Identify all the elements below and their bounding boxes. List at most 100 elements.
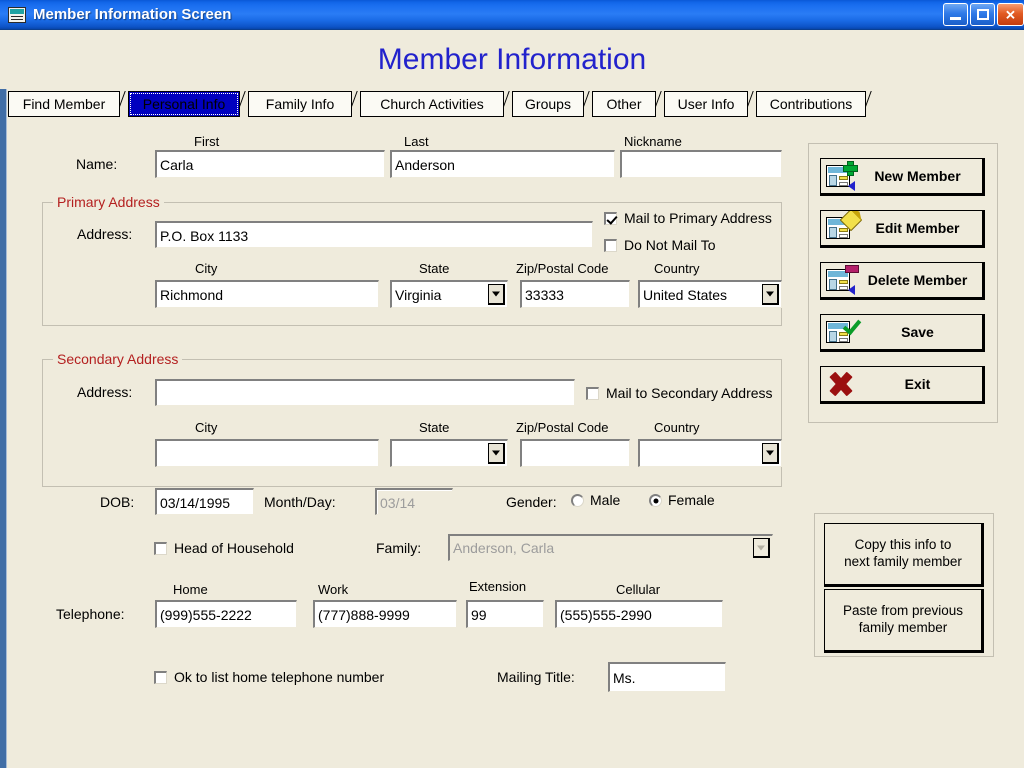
delete-member-label: Delete Member <box>867 272 968 288</box>
paste-from-previous-family-member-button[interactable]: Paste from previous family member <box>824 589 984 653</box>
new-member-icon <box>821 159 863 193</box>
save-icon <box>821 315 863 349</box>
checkbox-box <box>154 670 167 684</box>
first-name-caption: First <box>194 134 220 149</box>
mail-to-primary-label: Mail to Primary Address <box>624 210 772 226</box>
secondary-city-input[interactable] <box>155 439 379 467</box>
ok-to-list-phone-checkbox[interactable]: Ok to list home telephone number <box>154 669 384 685</box>
tab-family-info[interactable]: Family Info <box>248 91 352 117</box>
tab-label: Family Info <box>265 96 335 112</box>
tab-label: Other <box>606 96 642 112</box>
triangle-icon <box>848 285 855 295</box>
last-name-caption: Last <box>404 134 429 149</box>
tab-label: Church Activities <box>380 96 484 112</box>
gender-radio-female[interactable]: Female <box>649 492 715 508</box>
last-name-input[interactable]: Anderson <box>390 150 615 178</box>
primary-address-legend: Primary Address <box>53 194 164 210</box>
chevron-down-icon[interactable] <box>762 443 779 464</box>
copy-to-next-family-member-button[interactable]: Copy this info to next family member <box>824 523 984 587</box>
primary-city-caption: City <box>195 261 218 276</box>
paste-line-1: Paste from previous <box>842 603 964 619</box>
home-phone-caption: Home <box>173 582 208 597</box>
tab-groups[interactable]: Groups <box>512 91 584 117</box>
close-button[interactable]: ✕ <box>997 3 1024 26</box>
family-select: Anderson, Carla <box>448 534 773 561</box>
mail-to-secondary-checkbox[interactable]: Mail to Secondary Address <box>586 385 773 401</box>
tab-other[interactable]: Other <box>592 91 656 117</box>
tab-label: Groups <box>525 96 571 112</box>
first-name-input[interactable]: Carla <box>155 150 385 178</box>
minimize-button[interactable] <box>943 3 968 26</box>
mail-to-secondary-label: Mail to Secondary Address <box>606 385 773 401</box>
primary-zip-input[interactable]: 33333 <box>520 280 630 308</box>
gender-male-label: Male <box>590 492 621 508</box>
work-phone-caption: Work <box>318 582 349 597</box>
primary-state-caption: State <box>419 261 450 276</box>
mailing-title-input[interactable]: Ms. <box>608 662 726 692</box>
chevron-down-icon <box>753 538 770 558</box>
tab-church-activities[interactable]: Church Activities <box>360 91 504 117</box>
telephone-row-label: Telephone: <box>56 606 125 622</box>
chevron-down-icon[interactable] <box>488 443 505 464</box>
radio-circle <box>649 493 662 507</box>
chevron-down-icon[interactable] <box>762 284 779 305</box>
nickname-input[interactable] <box>620 150 782 178</box>
tab-personal-info[interactable]: Personal Info <box>128 91 240 117</box>
primary-city-input[interactable]: Richmond <box>155 280 379 308</box>
save-button[interactable]: Save <box>820 314 985 352</box>
do-not-mail-to-checkbox[interactable]: Do Not Mail To <box>604 237 716 253</box>
tab-label: User Info <box>677 96 735 112</box>
mail-to-primary-checkbox[interactable]: Mail to Primary Address <box>604 210 772 226</box>
edit-member-icon <box>821 211 863 245</box>
secondary-country-select[interactable] <box>638 439 782 467</box>
mailing-title-label: Mailing Title: <box>497 669 575 685</box>
new-member-button[interactable]: New Member <box>820 158 985 196</box>
copy-line-2: next family member <box>844 554 962 569</box>
secondary-city-caption: City <box>195 420 218 435</box>
chevron-down-icon[interactable] <box>488 284 505 305</box>
secondary-state-select[interactable] <box>390 439 508 467</box>
gender-radio-male[interactable]: Male <box>571 492 620 508</box>
primary-state-select[interactable]: Virginia <box>390 280 508 308</box>
family-label: Family: <box>376 540 422 556</box>
minimize-icon <box>950 17 961 20</box>
head-of-household-label: Head of Household <box>174 540 294 556</box>
page-header: Member Information <box>0 31 1024 89</box>
checkbox-box <box>586 386 599 400</box>
edit-member-button[interactable]: Edit Member <box>820 210 985 248</box>
cellular-phone-input[interactable]: (555)555-2990 <box>555 600 723 628</box>
paste-line-2: family member <box>858 620 948 635</box>
secondary-zip-caption: Zip/Postal Code <box>516 420 609 435</box>
check-icon <box>844 316 857 331</box>
home-phone-input[interactable]: (999)555-2222 <box>155 600 297 628</box>
extension-input[interactable]: 99 <box>466 600 544 628</box>
radio-circle <box>571 493 584 507</box>
dob-label: DOB: <box>100 494 135 510</box>
tab-separator <box>866 91 882 117</box>
tab-find-member[interactable]: Find Member <box>8 91 120 117</box>
primary-address-input[interactable]: P.O. Box 1133 <box>155 221 593 248</box>
maximize-icon <box>977 9 989 20</box>
secondary-zip-input[interactable] <box>520 439 630 467</box>
exit-button[interactable]: Exit <box>820 366 985 404</box>
tab-user-info[interactable]: User Info <box>664 91 748 117</box>
maximize-button[interactable] <box>970 3 995 26</box>
primary-state-value: Virginia <box>395 286 442 303</box>
tab-label: Find Member <box>22 96 106 112</box>
work-phone-input[interactable]: (777)888-9999 <box>313 600 457 628</box>
head-of-household-checkbox[interactable]: Head of Household <box>154 540 294 556</box>
close-icon: ✕ <box>1005 7 1016 22</box>
triangle-icon <box>848 181 855 191</box>
member-information-screen: Member Information Screen ✕ Member Infor… <box>0 0 1024 768</box>
primary-country-select[interactable]: United States <box>638 280 782 308</box>
month-day-input: 03/14 <box>375 488 453 515</box>
edit-member-label: Edit Member <box>875 220 960 236</box>
delete-member-button[interactable]: Delete Member <box>820 262 985 300</box>
dob-input[interactable]: 03/14/1995 <box>155 488 254 515</box>
primary-country-caption: Country <box>654 261 700 276</box>
secondary-address-input[interactable] <box>155 379 575 406</box>
name-row-label: Name: <box>76 156 118 172</box>
new-member-label: New Member <box>874 168 961 184</box>
plus-icon <box>843 161 858 176</box>
tab-contributions[interactable]: Contributions <box>756 91 866 117</box>
